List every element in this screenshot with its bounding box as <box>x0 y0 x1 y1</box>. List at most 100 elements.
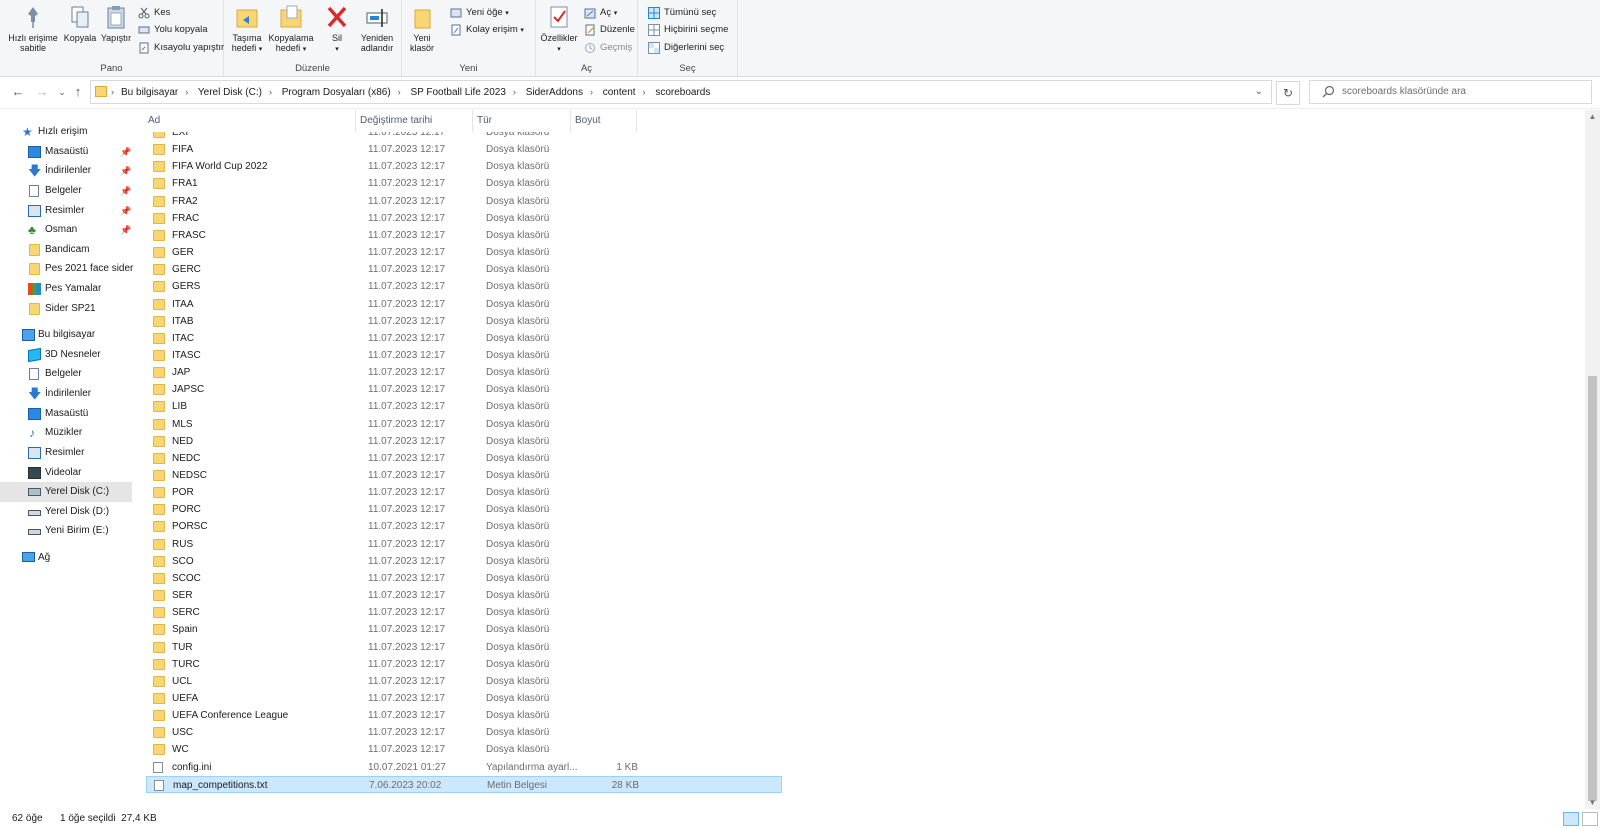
file-row[interactable]: map_competitions.txt 7.06.2023 20:02 Metin… <box>146 775 782 793</box>
folder-row[interactable]: ITAA 11.07.2023 12:17 Dosya klasörü <box>146 296 782 313</box>
file-row[interactable]: config.ini 10.07.2021 01:27 Yapılandırma a… <box>146 759 782 776</box>
paste-button[interactable]: Yapıştır <box>97 4 135 43</box>
breadcrumb-item[interactable]: content <box>603 87 636 98</box>
folder-row[interactable]: NEDC 11.07.2023 12:17 Dosya klasörü <box>146 450 782 467</box>
folder-row[interactable]: UEFA Conference League 11.07.2023 12:17 Do… <box>146 707 782 724</box>
breadcrumb-item[interactable]: SiderAddons <box>526 87 583 98</box>
breadcrumb-item[interactable]: Yerel Disk (C:) <box>198 87 262 98</box>
select-all-button[interactable]: Tümünü seç <box>648 5 716 21</box>
folder-row[interactable]: POR 11.07.2023 12:17 Dosya klasörü <box>146 484 782 501</box>
folder-row[interactable]: FIFA World Cup 2022 11.07.2023 12:17 Dosya… <box>146 158 782 175</box>
folder-row[interactable]: TURC 11.07.2023 12:17 Dosya klasörü <box>146 656 782 673</box>
sidebar-item-pc-downloads[interactable]: 🡇 İndirilenler <box>0 384 132 404</box>
column-header-type[interactable]: Tür <box>473 110 571 132</box>
folder-row[interactable]: PORSC 11.07.2023 12:17 Dosya klasörü <box>146 518 782 535</box>
edit-button[interactable]: Düzenle <box>584 22 635 38</box>
folder-row[interactable]: JAP 11.07.2023 12:17 Dosya klasörü <box>146 364 782 381</box>
recent-locations-chevron-icon[interactable]: ⌄ <box>54 84 70 100</box>
back-arrow-icon[interactable]: ← <box>10 84 26 100</box>
sidebar-item-sider-sp21[interactable]: Sider SP21 <box>0 299 132 319</box>
sidebar-item-pc-documents[interactable]: Belgeler <box>0 364 132 384</box>
refresh-icon[interactable]: ↻ <box>1276 81 1300 105</box>
folder-row[interactable]: UEFA 11.07.2023 12:17 Dosya klasörü <box>146 690 782 707</box>
cut-button[interactable]: Kes <box>138 5 170 21</box>
rename-button[interactable]: Yeniden adlandır <box>356 4 398 53</box>
new-folder-button[interactable]: Yeni klasör <box>406 4 438 53</box>
paste-shortcut-button[interactable]: Kısayolu yapıştır <box>138 40 224 56</box>
sidebar-item-quick-access[interactable]: ★ Hızlı erişim <box>0 122 132 142</box>
folder-row[interactable]: SCO 11.07.2023 12:17 Dosya klasörü <box>146 553 782 570</box>
folder-row[interactable]: ITAC 11.07.2023 12:17 Dosya klasörü <box>146 330 782 347</box>
sidebar-item-pictures[interactable]: Resimler 📌 <box>0 201 132 221</box>
folder-row[interactable]: NED 11.07.2023 12:17 Dosya klasörü <box>146 433 782 450</box>
select-none-button[interactable]: Hiçbirini seçme <box>648 22 728 38</box>
sidebar-item-downloads[interactable]: 🡇 İndirilenler 📌 <box>0 161 132 181</box>
history-button[interactable]: Geçmiş <box>584 40 632 56</box>
invert-selection-button[interactable]: Diğerlerini seç <box>648 40 724 56</box>
folder-row[interactable]: JAPSC 11.07.2023 12:17 Dosya klasörü <box>146 381 782 398</box>
folder-row[interactable]: FRA2 11.07.2023 12:17 Dosya klasörü <box>146 193 782 210</box>
sidebar-item-network[interactable]: Ağ <box>0 548 132 568</box>
sidebar-item-desktop[interactable]: Masaüstü 📌 <box>0 142 132 162</box>
folder-row[interactable]: GERS 11.07.2023 12:17 Dosya klasörü <box>146 278 782 295</box>
move-to-button[interactable]: Taşıma hedefi ▾ <box>228 4 266 55</box>
folder-row[interactable]: GER 11.07.2023 12:17 Dosya klasörü <box>146 244 782 261</box>
folder-row[interactable]: RUS 11.07.2023 12:17 Dosya klasörü <box>146 536 782 553</box>
breadcrumb-item[interactable]: SP Football Life 2023 <box>410 87 505 98</box>
copy-button[interactable]: Kopyala <box>60 4 100 43</box>
easy-access-button[interactable]: Kolay erişim ▾ <box>450 22 524 38</box>
sidebar-item-pc-pictures[interactable]: Resimler <box>0 443 132 463</box>
search-box[interactable]: scoreboards klasöründe ara <box>1309 80 1592 104</box>
pin-icon[interactable]: 📌 <box>120 220 131 240</box>
sidebar-item-pes-2021-face-sider[interactable]: Pes 2021 face sider <box>0 259 133 279</box>
column-header-size[interactable]: Boyut <box>571 110 637 132</box>
pin-icon[interactable]: 📌 <box>120 201 131 221</box>
folder-row[interactable]: GERC 11.07.2023 12:17 Dosya klasörü <box>146 261 782 278</box>
large-icons-view-icon[interactable] <box>1582 812 1598 826</box>
delete-button[interactable]: Sil ▾ <box>322 4 352 55</box>
folder-row[interactable]: NEDSC 11.07.2023 12:17 Dosya klasörü <box>146 467 782 484</box>
new-item-button[interactable]: Yeni öğe ▾ <box>450 5 509 21</box>
folder-row[interactable]: Spain 11.07.2023 12:17 Dosya klasörü <box>146 621 782 638</box>
breadcrumb-item[interactable]: Bu bilgisayar <box>121 87 178 98</box>
folder-row[interactable]: PORC 11.07.2023 12:17 Dosya klasörü <box>146 501 782 518</box>
folder-row[interactable]: FRA1 11.07.2023 12:17 Dosya klasörü <box>146 175 782 192</box>
pin-icon[interactable]: 📌 <box>120 142 131 162</box>
breadcrumb-chevron-icon[interactable]: › <box>269 87 272 97</box>
open-button[interactable]: Aç ▾ <box>584 5 617 21</box>
sidebar-item-this-pc[interactable]: Bu bilgisayar <box>0 325 132 345</box>
sidebar-item-3d-objects[interactable]: 3D Nesneler <box>0 345 132 365</box>
breadcrumb-chevron-icon[interactable]: › <box>185 87 188 97</box>
sidebar-item-pc-desktop[interactable]: Masaüstü <box>0 404 132 424</box>
sidebar-item-osman[interactable]: ♣ Osman 📌 <box>0 220 132 240</box>
sidebar-item-pes-yamalar[interactable]: Pes Yamalar <box>0 279 132 299</box>
column-header-date[interactable]: Değiştirme tarihi <box>356 110 473 132</box>
details-view-icon[interactable] <box>1563 812 1579 826</box>
folder-row[interactable]: FRASC 11.07.2023 12:17 Dosya klasörü <box>146 227 782 244</box>
folder-row[interactable]: WC 11.07.2023 12:17 Dosya klasörü <box>146 741 782 758</box>
folder-row[interactable]: FIFA 11.07.2023 12:17 Dosya klasörü <box>146 141 782 158</box>
breadcrumb-chevron-icon[interactable]: › <box>590 87 593 97</box>
folder-row[interactable]: ITAB 11.07.2023 12:17 Dosya klasörü <box>146 313 782 330</box>
copy-to-button[interactable]: Kopyalama hedefi ▾ <box>266 4 316 55</box>
breadcrumb-chevron-icon[interactable]: › <box>643 87 646 97</box>
folder-row[interactable]: SER 11.07.2023 12:17 Dosya klasörü <box>146 587 782 604</box>
up-arrow-icon[interactable]: ↑ <box>70 84 86 100</box>
breadcrumb-root-chevron-icon[interactable]: › <box>111 81 114 103</box>
folder-row[interactable]: TUR 11.07.2023 12:17 Dosya klasörü <box>146 639 782 656</box>
address-bar[interactable]: › Bu bilgisayar › Yerel Disk (C:) › Progra… <box>90 80 1272 104</box>
sidebar-item-new-volume-e[interactable]: Yeni Birim (E:) <box>0 521 132 541</box>
pin-quick-access-button[interactable]: Hızlı erişime sabitle <box>4 4 62 53</box>
sidebar-item-documents[interactable]: Belgeler 📌 <box>0 181 132 201</box>
vertical-scrollbar[interactable]: ▲ ▼ <box>1585 110 1600 809</box>
scrollbar-thumb[interactable] <box>1588 376 1597 801</box>
folder-row[interactable]: ITASC 11.07.2023 12:17 Dosya klasörü <box>146 347 782 364</box>
folder-row[interactable]: SCOC 11.07.2023 12:17 Dosya klasörü <box>146 570 782 587</box>
folder-row[interactable]: SERC 11.07.2023 12:17 Dosya klasörü <box>146 604 782 621</box>
breadcrumb-item[interactable]: Program Dosyaları (x86) <box>282 87 391 98</box>
pin-icon[interactable]: 📌 <box>120 161 131 181</box>
breadcrumb-item-current[interactable]: scoreboards <box>655 87 710 98</box>
folder-row[interactable]: USC 11.07.2023 12:17 Dosya klasörü <box>146 724 782 741</box>
pin-icon[interactable]: 📌 <box>120 181 131 201</box>
properties-button[interactable]: Özellikler ▾ <box>538 4 580 55</box>
